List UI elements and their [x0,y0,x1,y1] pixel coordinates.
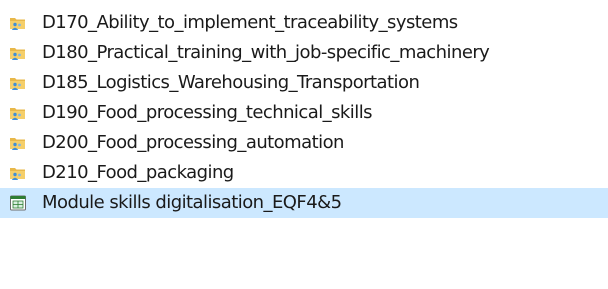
file-row-d210[interactable]: D210_Food_packaging [0,158,608,188]
file-name: D185_Logistics_Warehousing_Transportatio… [42,72,420,93]
file-name: D180_Practical_training_with_job-specifi… [42,42,490,63]
file-row-module-skills[interactable]: Module skills digitalisation_EQF4&5 [0,188,608,218]
file-row-d180[interactable]: D180_Practical_training_with_job-specifi… [0,38,608,68]
file-name: D190_Food_processing_technical_skills [42,102,373,123]
shared-folder-icon [10,78,25,90]
shared-folder-icon [10,168,25,180]
file-name: Module skills digitalisation_EQF4&5 [42,192,342,213]
shared-folder-icon [10,138,25,150]
file-row-d170[interactable]: D170_Ability_to_implement_traceability_s… [0,8,608,38]
file-row-d185[interactable]: D185_Logistics_Warehousing_Transportatio… [0,68,608,98]
shared-folder-icon [10,48,25,60]
file-row-d190[interactable]: D190_Food_processing_technical_skills [0,98,608,128]
file-name: D170_Ability_to_implement_traceability_s… [42,12,458,33]
file-row-d200[interactable]: D200_Food_processing_automation [0,128,608,158]
file-name: D210_Food_packaging [42,162,234,183]
file-name: D200_Food_processing_automation [42,132,344,153]
shared-folder-icon [10,18,25,30]
spreadsheet-icon [10,195,26,211]
shared-folder-icon [10,108,25,120]
